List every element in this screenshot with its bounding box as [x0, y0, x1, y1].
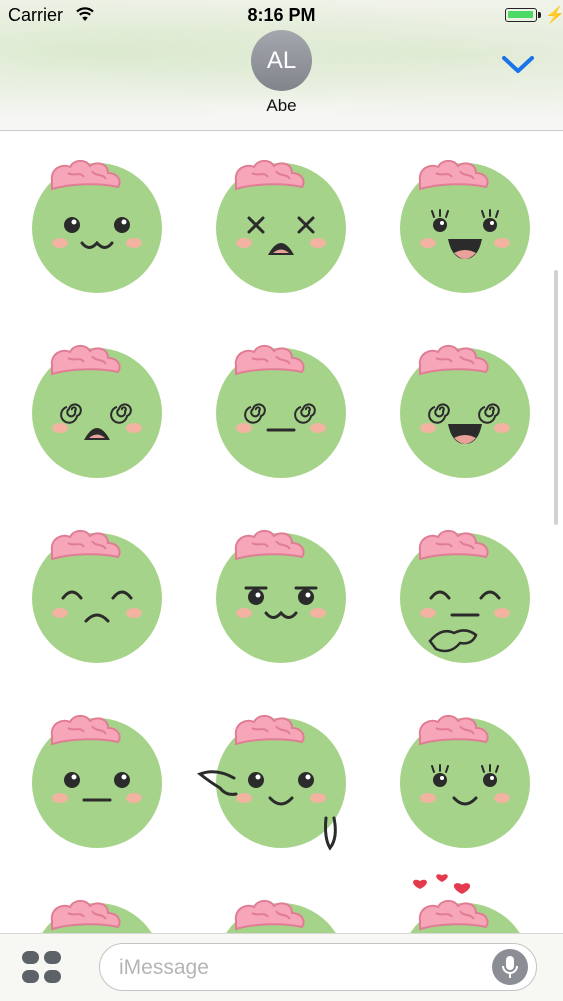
- battery-level: [508, 11, 533, 18]
- zombie-partial-1-icon: [42, 899, 152, 933]
- app-drawer-dot: [22, 970, 39, 983]
- zombie-smiling-lashes-icon: [400, 714, 530, 848]
- status-bar: Carrier 8:16 PM ⚡: [0, 0, 563, 32]
- zombie-laughing-icon: [400, 159, 530, 293]
- sticker-zombie-dizzy-laughing[interactable]: [390, 338, 540, 488]
- sticker-zombie-dead-eyes-frown[interactable]: [206, 153, 356, 303]
- collapse-button[interactable]: [500, 52, 536, 78]
- sticker-zombie-partial-2[interactable]: [206, 893, 356, 933]
- zombie-happy-cat-mouth-icon: [32, 159, 162, 293]
- zombie-smug-cat-mouth-icon: [216, 529, 346, 663]
- contact-avatar[interactable]: AL: [251, 30, 312, 91]
- contact-name[interactable]: Abe: [0, 96, 563, 116]
- zombie-partial-2-icon: [226, 899, 336, 933]
- charging-icon: ⚡: [545, 7, 563, 24]
- sticker-grid[interactable]: [0, 131, 563, 933]
- sticker-zombie-smiling-lashes[interactable]: [390, 708, 540, 858]
- battery-icon: [505, 8, 537, 22]
- app-drawer-dot: [44, 970, 61, 983]
- status-time: 8:16 PM: [247, 5, 316, 25]
- zombie-dizzy-laughing-icon: [400, 344, 530, 478]
- zombie-neutral-icon: [32, 714, 162, 848]
- sticker-zombie-partial-1[interactable]: [22, 893, 172, 933]
- message-input[interactable]: iMessage: [99, 943, 537, 991]
- sticker-zombie-smug-cat-mouth[interactable]: [206, 523, 356, 673]
- battery-tip: [538, 12, 541, 18]
- scrollbar[interactable]: [554, 270, 558, 525]
- sticker-zombie-partial-hearts[interactable]: [390, 874, 540, 933]
- sticker-zombie-neutral[interactable]: [22, 708, 172, 858]
- zombie-waving-icon: [197, 714, 346, 851]
- zombie-dizzy-neutral-icon: [216, 344, 346, 478]
- avatar-initials: AL: [266, 47, 297, 74]
- app-drawer-dot: [22, 951, 39, 964]
- input-bar: iMessage: [0, 933, 563, 1001]
- sticker-zombie-waving[interactable]: [197, 708, 356, 858]
- message-placeholder: iMessage: [119, 956, 209, 979]
- sticker-zombie-laughing[interactable]: [390, 153, 540, 303]
- chevron-down-icon: [502, 56, 534, 73]
- zombie-dizzy-shocked-icon: [32, 344, 162, 478]
- sticker-zombie-dizzy-neutral[interactable]: [206, 338, 356, 488]
- app-drawer-icon[interactable]: [22, 951, 64, 985]
- zombie-partial-hearts-icon: [410, 874, 520, 933]
- microphone-button[interactable]: [492, 949, 528, 985]
- sticker-zombie-thinking[interactable]: [390, 523, 540, 673]
- microphone-icon: [502, 956, 518, 978]
- sticker-zombie-happy-cat-mouth[interactable]: [22, 153, 172, 303]
- sticker-zombie-dizzy-shocked[interactable]: [22, 338, 172, 488]
- zombie-dead-eyes-frown-icon: [216, 159, 346, 293]
- app-drawer-dot: [44, 951, 61, 964]
- sticker-zombie-sad[interactable]: [22, 523, 172, 673]
- zombie-thinking-icon: [400, 529, 530, 663]
- zombie-sad-icon: [32, 529, 162, 663]
